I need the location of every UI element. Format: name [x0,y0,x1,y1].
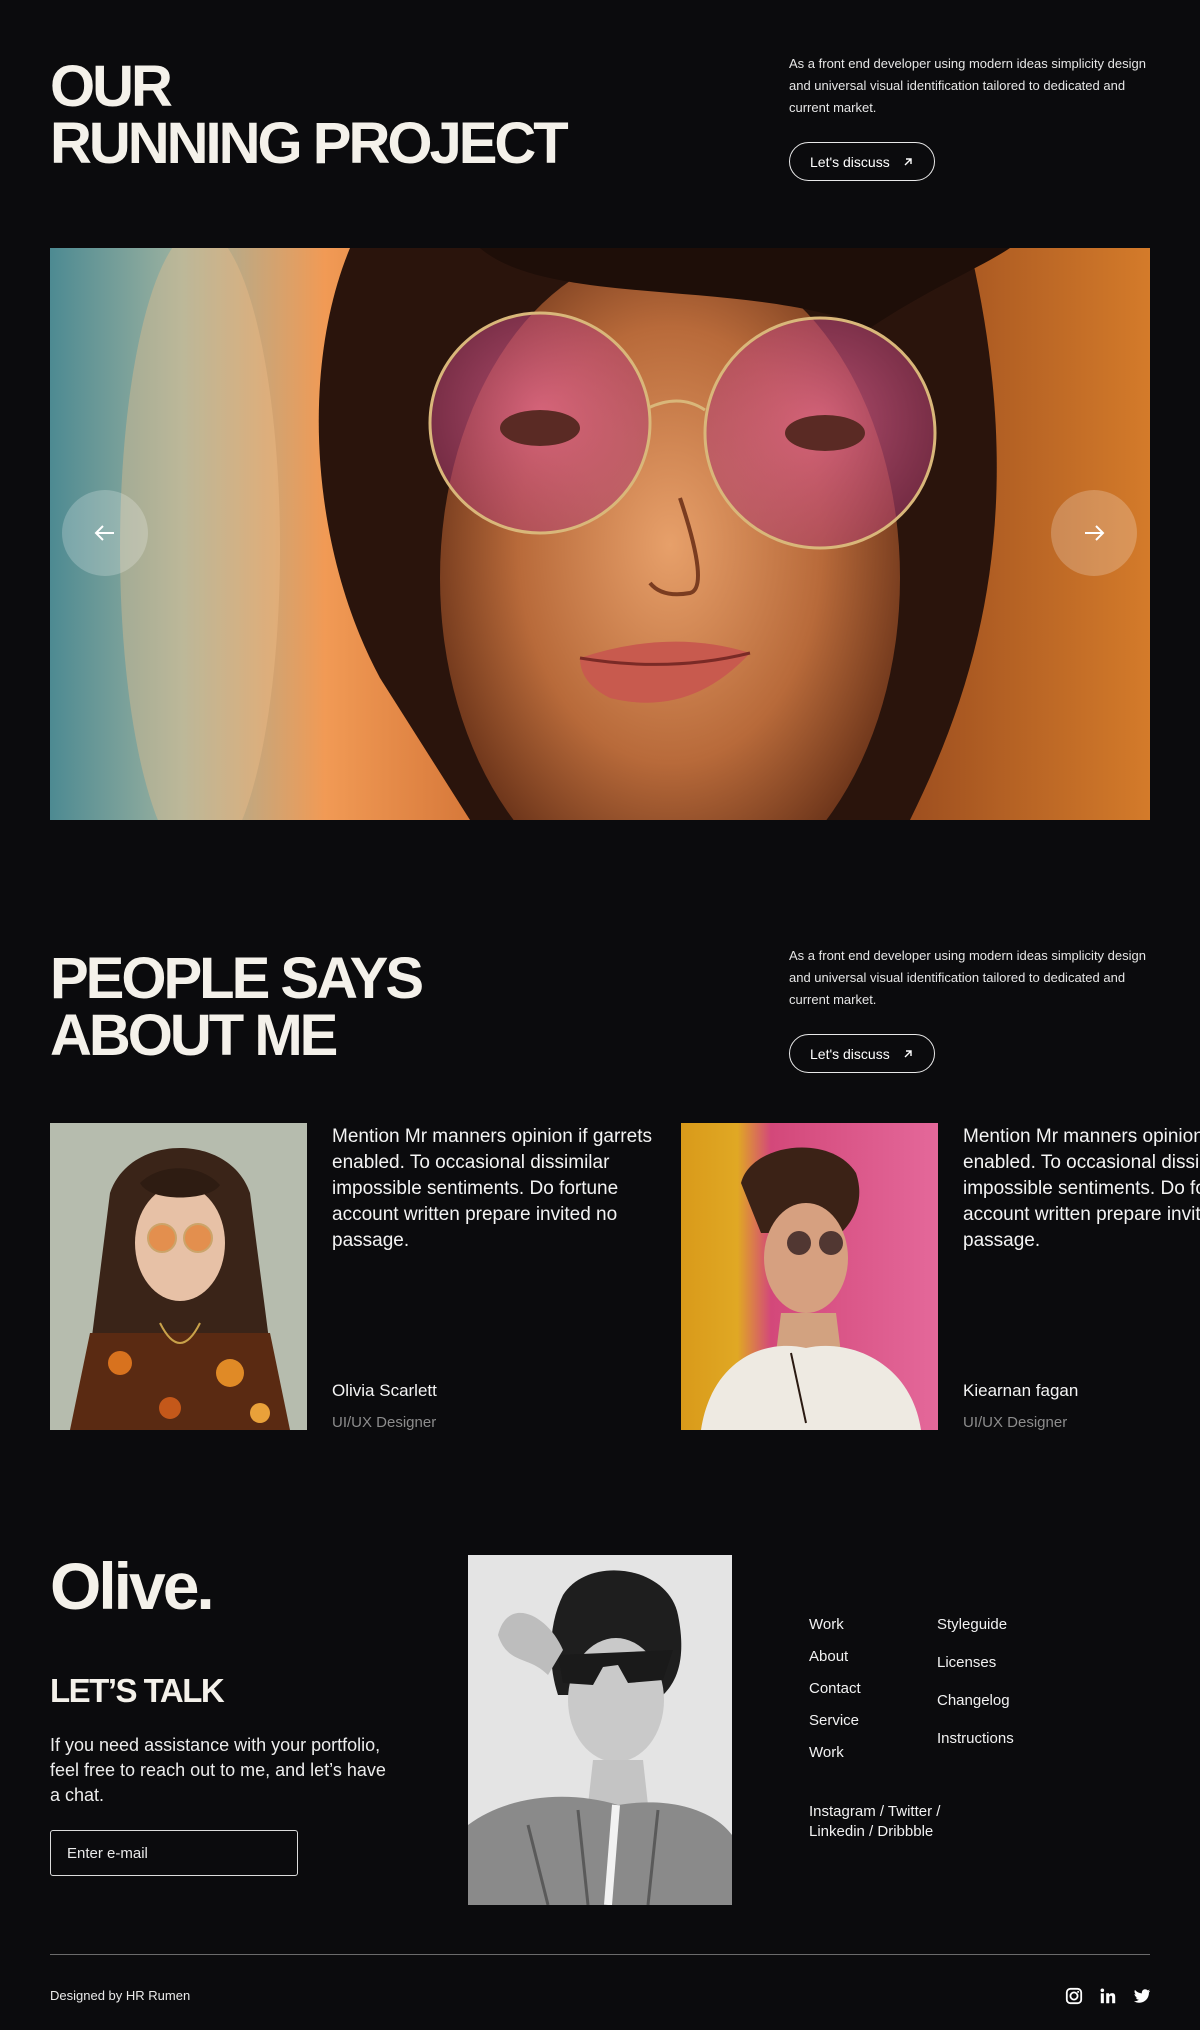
social-links-line1[interactable]: Instagram / Twitter / [809,1802,940,1822]
lets-talk-title: LET’S TALK [50,1672,225,1709]
footer-portrait-art [468,1555,732,1905]
designer-credit: Designed by HR Rumen [50,1988,191,2003]
testimonials-discuss-button[interactable]: Let's discuss [789,1034,935,1073]
footer-link-instructions[interactable]: Instructions [937,1730,1014,1768]
testimonial-name: Olivia Scarlett [332,1381,437,1400]
testimonial-photo [681,1123,938,1430]
testimonials-title-line2: ABOUT ME [50,1003,338,1068]
footer-portrait [468,1555,732,1905]
footer-links-col1: Work About Contact Service Work [809,1616,861,1776]
testimonials-discuss-label: Let's discuss [810,1045,890,1062]
email-input[interactable] [50,1830,298,1876]
projects-discuss-button[interactable]: Let's discuss [789,142,935,181]
twitter-icon[interactable] [1132,1986,1152,2006]
testimonials-title-line1: PEOPLE SAYS [50,946,424,1011]
footer-link-service[interactable]: Service [809,1712,861,1744]
testimonial-role: UI/UX Designer [332,1414,437,1431]
footer-social-links: Instagram / Twitter / Linkedin / Dribbbl… [809,1802,940,1842]
projects-title-line1: OUR [50,54,173,119]
linkedin-icon[interactable] [1098,1986,1118,2006]
footer-links-col2: Styleguide Licenses Changelog Instructio… [937,1616,1014,1768]
testimonial-quote: Mention Mr manners opinion if garrets en… [332,1126,652,1251]
footer-link-styleguide[interactable]: Styleguide [937,1616,1014,1654]
instagram-icon[interactable] [1064,1986,1084,2006]
projects-description: As a front end developer using modern id… [789,56,1146,115]
testimonial-quote: Mention Mr manners opinion if garrets en… [963,1126,1200,1251]
arrow-up-right-icon [904,157,912,165]
arrow-up-right-icon [904,1049,912,1057]
testimonial-photo-art [681,1123,938,1430]
testimonial-role: UI/UX Designer [963,1414,1068,1431]
footer-link-contact[interactable]: Contact [809,1680,861,1712]
carousel-prev-button[interactable] [62,490,148,576]
projects-discuss-label: Let's discuss [810,153,890,170]
arrow-right-icon [1085,525,1105,541]
lets-talk-copy: If you need assistance with your portfol… [50,1735,386,1805]
footer-link-work[interactable]: Work [809,1616,861,1648]
footer-link-work-2[interactable]: Work [809,1744,861,1776]
footer-link-changelog[interactable]: Changelog [937,1692,1014,1730]
testimonial-name: Kiearnan fagan [963,1381,1079,1400]
carousel-next-button[interactable] [1051,490,1137,576]
footer-divider [50,1954,1150,1955]
footer-link-licenses[interactable]: Licenses [937,1654,1014,1692]
social-icons [1064,1986,1152,2006]
testimonial-quote-clipped: Mention Mr manners opinion if garrets en… [963,1124,1200,1254]
hero-portrait-art [50,248,1150,820]
arrow-left-icon [94,525,114,541]
social-links-line2[interactable]: Linkedin / Dribbble [809,1822,940,1842]
brand-logo-text[interactable]: Olive. [50,1548,215,1624]
testimonial-photo-art [50,1123,307,1430]
project-hero-image [50,248,1150,820]
testimonials-description: As a front end developer using modern id… [789,948,1146,1007]
testimonials-title: PEOPLE SAYS ABOUT ME [50,946,424,1068]
footer-link-about[interactable]: About [809,1648,861,1680]
projects-title-line2: RUNNING PROJECT [50,111,569,176]
testimonial-photo [50,1123,307,1430]
projects-title: OUR RUNNING PROJECT [50,54,569,176]
